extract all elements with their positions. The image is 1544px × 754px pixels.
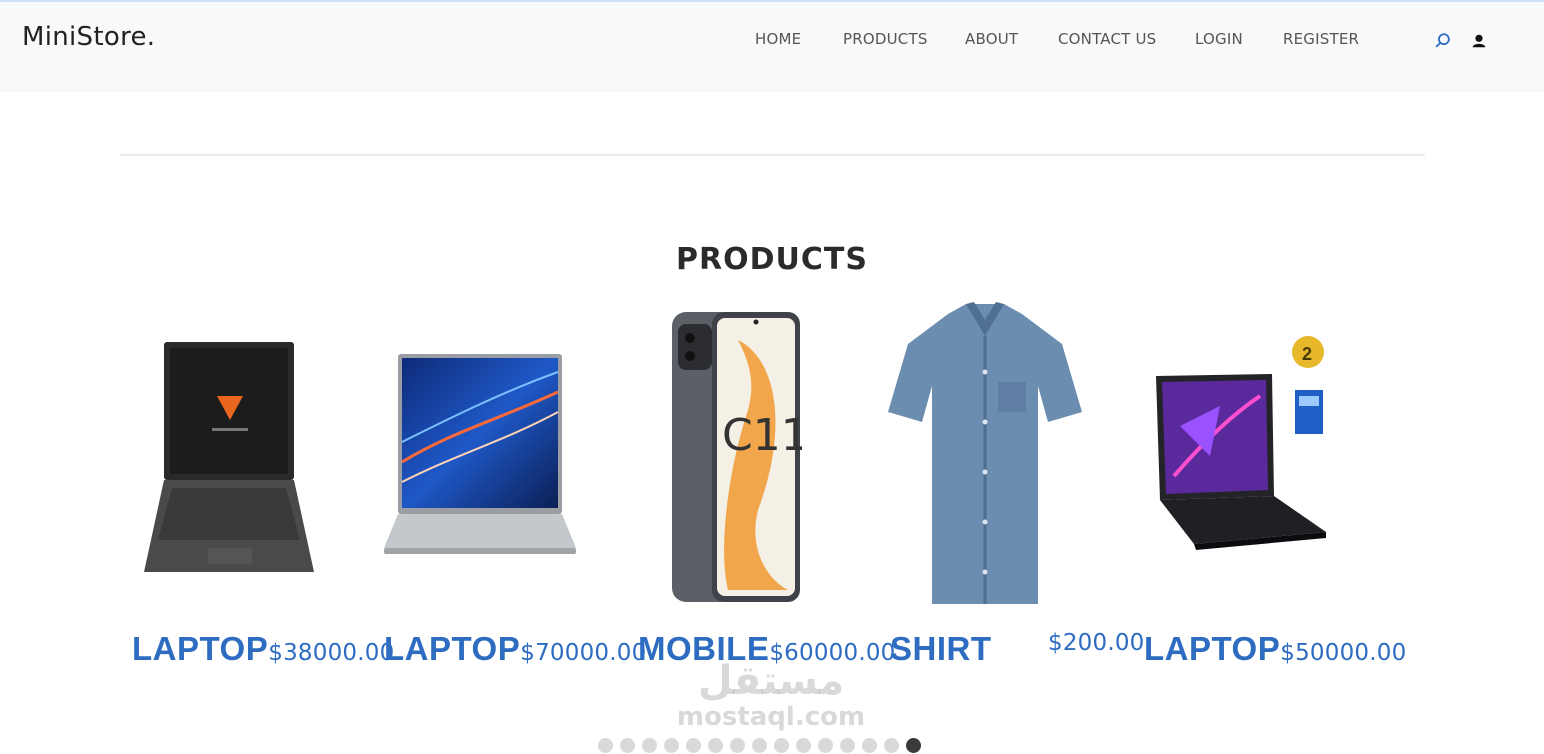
product-image-shirt[interactable] [886,302,1084,612]
carousel-dot-14[interactable] [884,738,899,753]
carousel-dot-10[interactable] [796,738,811,753]
search-icon[interactable] [1434,32,1452,50]
product-price: $50000.00 [1280,640,1407,666]
product-name[interactable]: SHIRT [890,630,992,667]
carousel-dot-13[interactable] [862,738,877,753]
nav-products[interactable]: PRODUCTS [843,30,928,48]
user-icon[interactable] [1470,32,1488,50]
carousel-dot-15[interactable] [906,738,921,753]
watermark: مستقل mostaql.com [676,660,866,740]
product-price: $200.00 [1048,630,1145,656]
carousel-dot-7[interactable] [730,738,745,753]
nav-home[interactable]: HOME [755,30,801,48]
product-item-1[interactable]: LAPTOP$38000.00 [132,630,394,668]
carousel-dot-12[interactable] [840,738,855,753]
product-item-2[interactable]: LAPTOP$70000.00 [384,630,646,668]
carousel-dot-11[interactable] [818,738,833,753]
nav-about[interactable]: ABOUT [965,30,1018,48]
product-name[interactable]: LAPTOP [1144,630,1280,667]
carousel-dot-6[interactable] [708,738,723,753]
product-item-4[interactable]: SHIRT [890,630,992,668]
carousel-dot-4[interactable] [664,738,679,753]
product-image-laptop-gaming[interactable]: 2 [1150,326,1330,566]
carousel-dot-3[interactable] [642,738,657,753]
product-name[interactable]: LAPTOP [132,630,268,667]
site-header: MiniStore. HOME PRODUCTS ABOUT CONTACT U… [0,0,1544,92]
carousel-dot-9[interactable] [774,738,789,753]
product-image-laptop-victus[interactable] [142,340,317,575]
product-image-mobile[interactable]: C11 [668,310,809,606]
carousel-dot-1[interactable] [598,738,613,753]
product-price-4-wrapper: $200.00 [1048,630,1145,656]
carousel-dot-2[interactable] [620,738,635,753]
svg-text:2: 2 [1302,344,1312,364]
product-name[interactable]: LAPTOP [384,630,520,667]
carousel-dot-8[interactable] [752,738,767,753]
product-image-laptop-silver[interactable] [382,352,578,562]
page-title: PRODUCTS [676,242,868,277]
product-price: $70000.00 [520,640,647,666]
section-divider [120,154,1425,156]
product-price: $38000.00 [268,640,395,666]
nav-login[interactable]: LOGIN [1195,30,1243,48]
nav-contact-us[interactable]: CONTACT US [1058,30,1156,48]
product-item-5[interactable]: LAPTOP$50000.00 [1144,630,1406,668]
watermark-latin: mostaql.com [676,702,866,732]
carousel-dot-5[interactable] [686,738,701,753]
svg-text:C11: C11 [722,410,802,461]
product-carousel[interactable]: C11 2 LAPTOP$38000.00 LAPTOP$70000.00 MO… [124,290,1424,690]
watermark-arabic: مستقل [697,658,845,704]
main-navigation: HOME PRODUCTS ABOUT CONTACT US LOGIN REG… [0,30,1544,50]
nav-register[interactable]: REGISTER [1283,30,1359,48]
carousel-pagination [598,738,921,754]
